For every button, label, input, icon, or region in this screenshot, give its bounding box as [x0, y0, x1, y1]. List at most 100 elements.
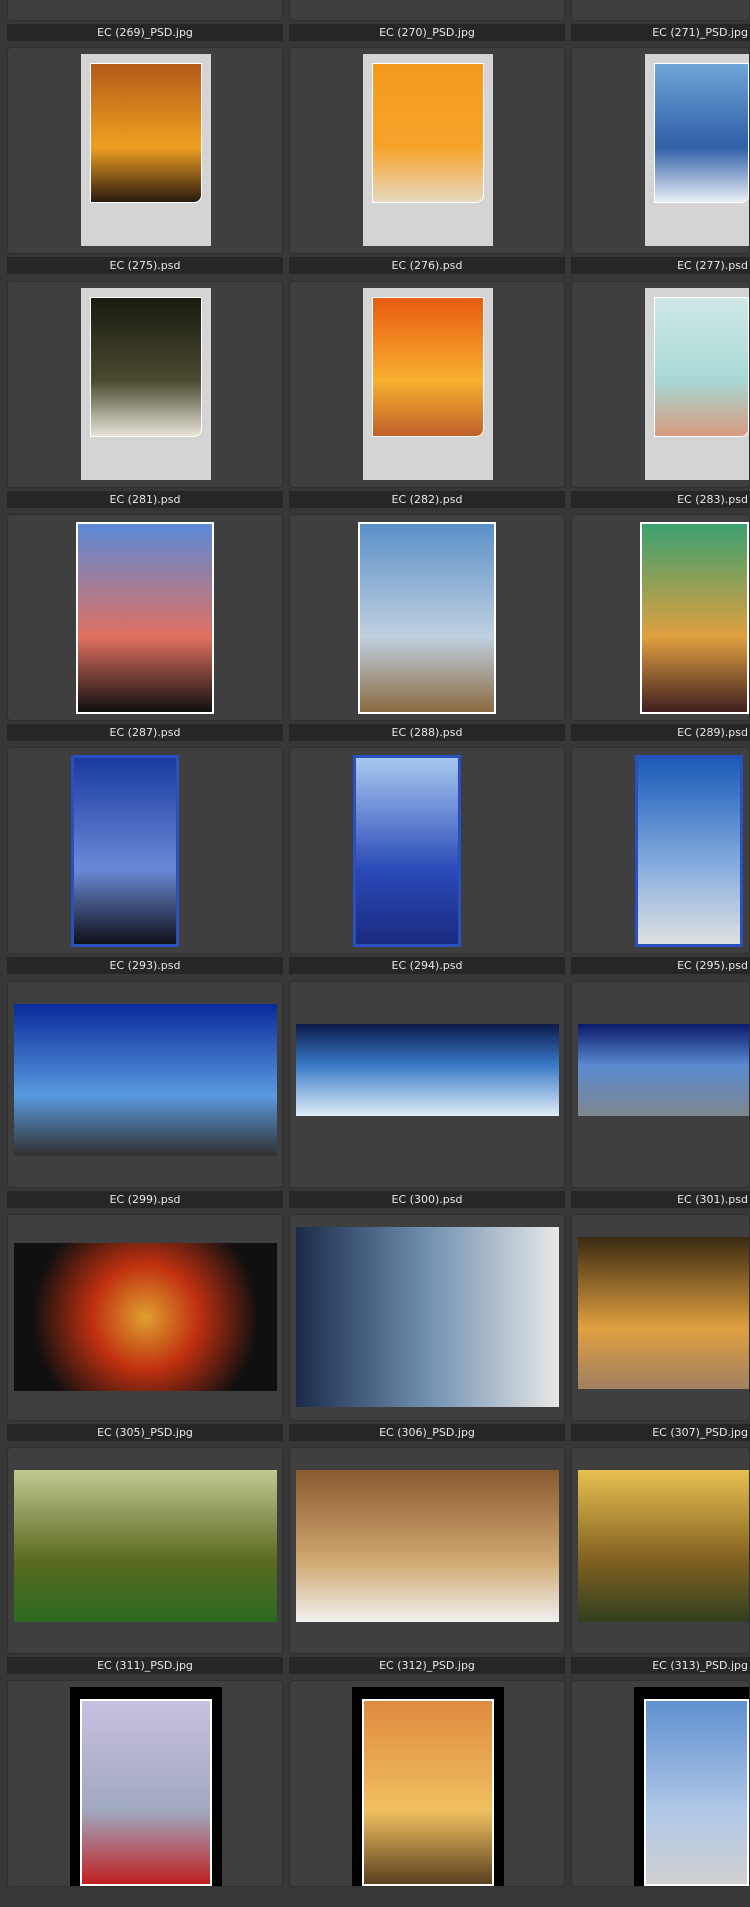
thumbnail-image: [80, 1699, 212, 1886]
thumbnail-item[interactable]: EC (301).psd: [571, 981, 750, 1208]
thumbnail-item[interactable]: EC (299).psd: [7, 981, 283, 1208]
thumbnail-card[interactable]: [571, 281, 750, 488]
thumbnail-filename[interactable]: EC (293).psd: [7, 957, 283, 974]
thumbnail-image: [578, 1024, 749, 1116]
thumbnail-filename[interactable]: EC (299).psd: [7, 1191, 283, 1208]
thumbnail-filename[interactable]: EC (275).psd: [7, 257, 283, 274]
thumbnail-card[interactable]: [289, 1680, 565, 1887]
thumbnail-card[interactable]: [7, 47, 283, 254]
thumbnail-card[interactable]: [571, 981, 750, 1188]
thumbnail-card[interactable]: [289, 1214, 565, 1421]
thumbnail-filename[interactable]: EC (300).psd: [289, 1191, 565, 1208]
thumbnail-filename[interactable]: EC (271)_PSD.jpg: [571, 24, 750, 41]
thumbnail-card[interactable]: [289, 981, 565, 1188]
thumbnail-item[interactable]: EC (277).psd: [571, 47, 750, 274]
thumbnail-item[interactable]: EC (305)_PSD.jpg: [7, 1214, 283, 1441]
thumbnail-item[interactable]: EC (294).psd: [289, 747, 565, 974]
thumbnail-item[interactable]: EC (269)_PSD.jpg: [7, 0, 283, 41]
thumbnail-card[interactable]: [571, 0, 750, 21]
thumbnail-item[interactable]: EC (276).psd: [289, 47, 565, 274]
thumbnail-image: [296, 1227, 559, 1407]
thumbnail-card[interactable]: [7, 514, 283, 721]
thumbnail-item[interactable]: [571, 1680, 750, 1907]
thumbnail-card[interactable]: [289, 47, 565, 254]
thumbnail-image: [353, 755, 461, 947]
thumbnail-card[interactable]: [571, 1680, 750, 1887]
thumbnail-image: [90, 297, 202, 437]
thumbnail-card[interactable]: [7, 1214, 283, 1421]
thumbnail-card[interactable]: [7, 747, 283, 954]
thumbnail-item[interactable]: EC (293).psd: [7, 747, 283, 974]
thumbnail-image: [358, 522, 496, 714]
thumbnail-card[interactable]: [571, 47, 750, 254]
thumbnail-filename[interactable]: EC (288).psd: [289, 724, 565, 741]
thumbnail-filename[interactable]: EC (311)_PSD.jpg: [7, 1657, 283, 1674]
thumbnail-image: [640, 522, 749, 714]
thumbnail-card[interactable]: [7, 1447, 283, 1654]
thumbnail-card[interactable]: [571, 747, 750, 954]
thumbnail-filename[interactable]: EC (307)_PSD.jpg: [571, 1424, 750, 1441]
thumbnail-filename[interactable]: EC (287).psd: [7, 724, 283, 741]
thumbnail-filename[interactable]: EC (283).psd: [571, 491, 750, 508]
thumbnail-filename[interactable]: EC (305)_PSD.jpg: [7, 1424, 283, 1441]
thumbnail-image: [654, 297, 749, 437]
thumbnail-item[interactable]: EC (312)_PSD.jpg: [289, 1447, 565, 1674]
thumbnail-item[interactable]: EC (306)_PSD.jpg: [289, 1214, 565, 1441]
thumbnail-filename[interactable]: EC (295).psd: [571, 957, 750, 974]
thumbnail-image: [14, 1004, 277, 1156]
thumbnail-item[interactable]: [7, 1680, 283, 1907]
thumbnail-image: [14, 1470, 277, 1622]
thumbnail-filename[interactable]: EC (289).psd: [571, 724, 750, 741]
thumbnail-card[interactable]: [289, 0, 565, 21]
thumbnail-item[interactable]: EC (281).psd: [7, 281, 283, 508]
thumbnail-image: [578, 1470, 749, 1622]
thumbnail-item[interactable]: EC (283).psd: [571, 281, 750, 508]
thumbnail-filename[interactable]: EC (301).psd: [571, 1191, 750, 1208]
thumbnail-card[interactable]: [7, 1680, 283, 1887]
thumbnail-image: [654, 63, 749, 203]
thumbnail-item[interactable]: EC (275).psd: [7, 47, 283, 274]
thumbnail-image: [644, 1699, 749, 1886]
thumbnail-card[interactable]: [571, 514, 750, 721]
thumbnail-card[interactable]: [571, 1214, 750, 1421]
thumbnail-image: [296, 1470, 559, 1622]
thumbnail-card[interactable]: [289, 514, 565, 721]
thumbnail-filename[interactable]: EC (269)_PSD.jpg: [7, 24, 283, 41]
thumbnail-card[interactable]: [7, 0, 283, 21]
thumbnail-filename[interactable]: EC (281).psd: [7, 491, 283, 508]
thumbnail-card[interactable]: [289, 1447, 565, 1654]
thumbnail-image: [90, 63, 202, 203]
thumbnail-filename[interactable]: EC (312)_PSD.jpg: [289, 1657, 565, 1674]
thumbnail-item[interactable]: EC (270)_PSD.jpg: [289, 0, 565, 41]
thumbnail-item[interactable]: EC (271)_PSD.jpg: [571, 0, 750, 41]
thumbnail-image: [362, 1699, 494, 1886]
thumbnail-filename[interactable]: EC (270)_PSD.jpg: [289, 24, 565, 41]
thumbnail-image: [372, 63, 484, 203]
thumbnail-item[interactable]: EC (313)_PSD.jpg: [571, 1447, 750, 1674]
thumbnail-filename[interactable]: EC (306)_PSD.jpg: [289, 1424, 565, 1441]
thumbnail-image: [635, 755, 743, 947]
thumbnail-item[interactable]: EC (307)_PSD.jpg: [571, 1214, 750, 1441]
thumbnail-card[interactable]: [289, 747, 565, 954]
thumbnail-filename[interactable]: EC (276).psd: [289, 257, 565, 274]
thumbnail-card[interactable]: [571, 1447, 750, 1654]
thumbnail-card[interactable]: [289, 281, 565, 488]
thumbnail-item[interactable]: EC (288).psd: [289, 514, 565, 741]
thumbnail-filename[interactable]: EC (282).psd: [289, 491, 565, 508]
thumbnail-filename[interactable]: EC (294).psd: [289, 957, 565, 974]
thumbnail-filename[interactable]: EC (277).psd: [571, 257, 750, 274]
thumbnail-item[interactable]: EC (295).psd: [571, 747, 750, 974]
thumbnail-item[interactable]: [289, 1680, 565, 1907]
thumbnail-grid: EC (269)_PSD.jpg EC (270)_PSD.jpg EC (271)…: [0, 0, 750, 1887]
thumbnail-item[interactable]: EC (311)_PSD.jpg: [7, 1447, 283, 1674]
thumbnail-item[interactable]: EC (282).psd: [289, 281, 565, 508]
thumbnail-image: [76, 522, 214, 714]
thumbnail-card[interactable]: [7, 981, 283, 1188]
thumbnail-item[interactable]: EC (289).psd: [571, 514, 750, 741]
thumbnail-item[interactable]: EC (287).psd: [7, 514, 283, 741]
thumbnail-image: [578, 1237, 749, 1389]
thumbnail-filename[interactable]: EC (313)_PSD.jpg: [571, 1657, 750, 1674]
thumbnail-card[interactable]: [7, 281, 283, 488]
thumbnail-item[interactable]: EC (300).psd: [289, 981, 565, 1208]
thumbnail-image: [372, 297, 484, 437]
